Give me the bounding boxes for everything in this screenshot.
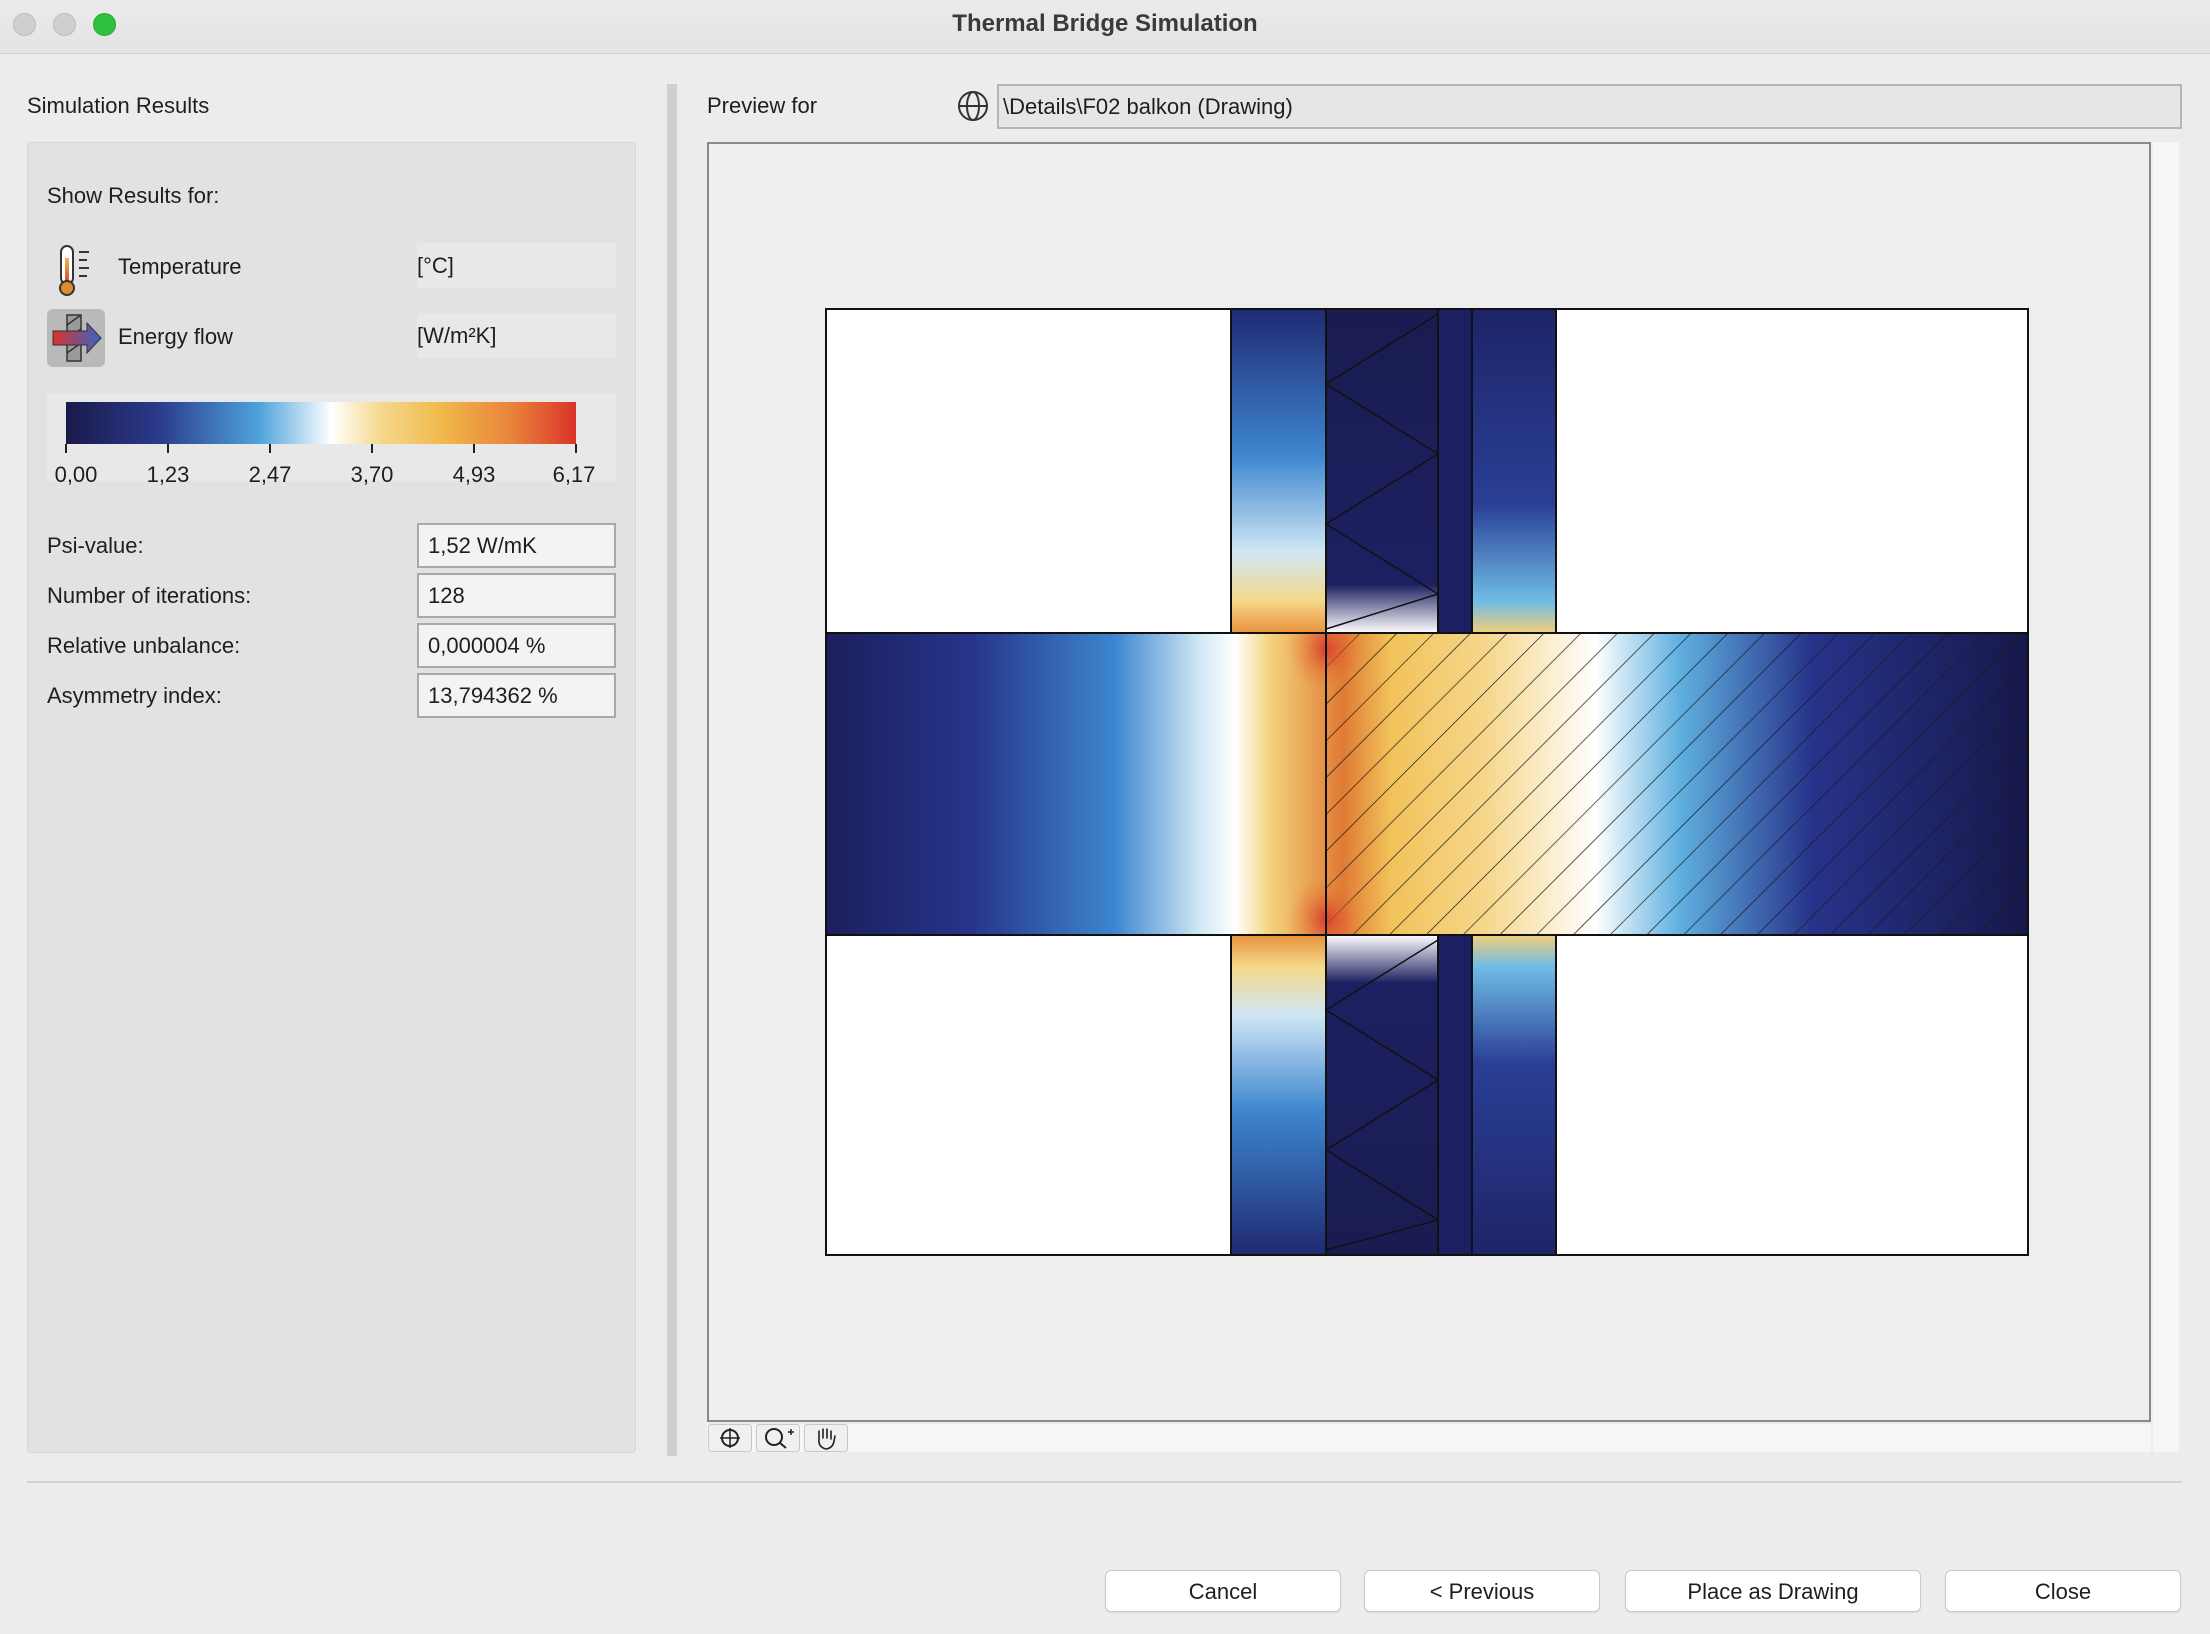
legend-ticks bbox=[65, 444, 577, 453]
vertical-scrollbar[interactable] bbox=[2153, 142, 2179, 1452]
asymmetry-index-label: Asymmetry index: bbox=[47, 683, 222, 708]
results-panel: Show Results for: Temperature [°C] Energ… bbox=[27, 142, 636, 1453]
window-title: Thermal Bridge Simulation bbox=[952, 10, 1258, 37]
place-as-drawing-button[interactable]: Place as Drawing bbox=[1625, 1570, 1921, 1612]
zoom-icon bbox=[765, 1428, 794, 1449]
iterations-field[interactable]: 128 bbox=[417, 573, 616, 618]
footer-separator bbox=[27, 1481, 2182, 1483]
cancel-button[interactable]: Cancel bbox=[1105, 1570, 1341, 1612]
pan-button[interactable] bbox=[804, 1424, 848, 1452]
legend-tick-5: 6,17 bbox=[552, 462, 596, 487]
asymmetry-index-field[interactable]: 13,794362 % bbox=[417, 673, 616, 718]
relative-unbalance-label: Relative unbalance: bbox=[47, 633, 241, 658]
iterations-label: Number of iterations: bbox=[47, 583, 252, 608]
thermal-bridge-image bbox=[825, 308, 2029, 1256]
zoom-fit-icon bbox=[720, 1428, 740, 1448]
title-bar: Thermal Bridge Simulation bbox=[0, 0, 2210, 54]
path-field[interactable]: \Details\F02 balkon (Drawing) bbox=[997, 84, 2182, 129]
globe-icon[interactable] bbox=[956, 89, 990, 123]
preview-for-label: Preview for bbox=[707, 93, 818, 118]
panel-splitter[interactable] bbox=[667, 84, 677, 1456]
legend-tick-2: 2,47 bbox=[248, 462, 292, 487]
legend-tick-4: 4,93 bbox=[452, 462, 496, 487]
legend-tick-0: 0,00 bbox=[54, 462, 98, 487]
pan-hand-icon bbox=[818, 1428, 836, 1450]
psi-value-field[interactable]: 1,52 W/mK bbox=[417, 523, 616, 568]
previous-button[interactable]: < Previous bbox=[1364, 1570, 1600, 1612]
relative-unbalance-field[interactable]: 0,000004 % bbox=[417, 623, 616, 668]
preview-canvas[interactable] bbox=[707, 142, 2151, 1422]
zoom-button[interactable] bbox=[756, 1424, 800, 1452]
legend-tick-1: 1,23 bbox=[146, 462, 190, 487]
legend-tick-3: 3,70 bbox=[350, 462, 394, 487]
horizontal-scrollbar[interactable] bbox=[707, 1424, 2151, 1452]
section-title: Simulation Results bbox=[27, 93, 210, 118]
close-button[interactable]: Close bbox=[1945, 1570, 2181, 1612]
psi-value-label: Psi-value: bbox=[47, 533, 144, 558]
zoom-fit-button[interactable] bbox=[708, 1424, 752, 1452]
